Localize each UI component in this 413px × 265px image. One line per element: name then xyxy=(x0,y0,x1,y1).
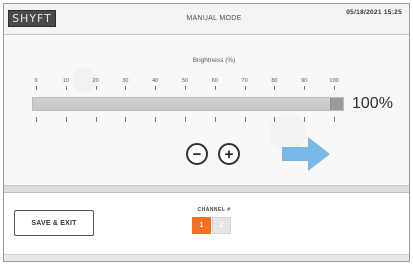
scale-tick-mark xyxy=(155,117,157,122)
scale-tick-label: 30 xyxy=(122,78,129,84)
scale-tick-label: 70 xyxy=(241,78,248,84)
brightness-slider[interactable] xyxy=(32,97,344,111)
scale-tick-mark xyxy=(274,86,276,90)
page-title: MANUAL MODE xyxy=(186,15,242,22)
section-divider xyxy=(4,185,409,193)
scale-tick-mark xyxy=(244,117,246,122)
scale-tick-mark xyxy=(185,86,186,90)
decrease-button[interactable]: − xyxy=(186,143,208,165)
scale-tick-mark xyxy=(214,86,216,90)
scale-tick-mark xyxy=(36,117,37,122)
scale-tick-label: 0 xyxy=(34,78,38,84)
scale-tick-label: 90 xyxy=(301,78,308,84)
save-exit-button[interactable]: SAVE & EXIT xyxy=(14,210,94,236)
scale-tick-mark xyxy=(334,117,335,122)
scale-tick-label: 60 xyxy=(211,78,218,84)
right-arrow-icon xyxy=(282,137,330,171)
scale-tick-mark xyxy=(214,117,216,122)
scale-tick-mark xyxy=(125,86,127,90)
scale-tick-mark xyxy=(95,86,97,90)
increase-button[interactable]: + xyxy=(218,143,240,165)
scale-tick-mark xyxy=(65,117,67,122)
scale-tick-label: 50 xyxy=(181,78,189,84)
scale-tick-mark xyxy=(95,117,97,122)
scale-tick-mark xyxy=(244,86,246,90)
datetime-display: 05/18/2021 15:25 xyxy=(346,9,402,16)
scale-tick-label: 10 xyxy=(62,78,69,84)
scale-tick-mark xyxy=(304,86,306,90)
scale-tick-mark xyxy=(65,86,67,90)
scale-tick-label: 20 xyxy=(92,78,99,84)
brightness-panel: Brightness (%) 0 10 20 30 40 50 60 70 80 90 100 10… xyxy=(4,35,409,185)
scale-tick-mark xyxy=(274,117,276,122)
scale-tick-mark xyxy=(334,86,335,90)
scale-tick-mark xyxy=(125,117,127,122)
brightness-value: 100% xyxy=(352,95,393,112)
channel-label: CHANNEL # xyxy=(197,207,231,213)
touch-screen: SHYFT MANUAL MODE 05/18/2021 15:25 Brigh… xyxy=(3,3,410,262)
slider-handle[interactable] xyxy=(330,98,343,110)
scale-tick-mark xyxy=(155,86,157,90)
bottom-edge xyxy=(4,254,409,261)
scale-tick-mark xyxy=(185,117,186,122)
top-bar: SHYFT MANUAL MODE 05/18/2021 15:25 xyxy=(4,4,409,35)
channel-1-button[interactable]: 1 xyxy=(192,217,211,234)
footer-panel: SAVE & EXIT CHANNEL # 1 2 xyxy=(4,193,409,261)
scale-tick-label: 80 xyxy=(271,78,278,84)
scale-tick-label: 40 xyxy=(152,78,159,84)
arrow-shape xyxy=(282,137,330,171)
scale-tick-mark xyxy=(304,117,306,122)
channel-2-button[interactable]: 2 xyxy=(212,217,231,234)
scale-tick-label: 100 xyxy=(329,78,339,84)
shyft-logo: SHYFT xyxy=(8,10,56,27)
scale-tick-mark xyxy=(36,86,37,90)
